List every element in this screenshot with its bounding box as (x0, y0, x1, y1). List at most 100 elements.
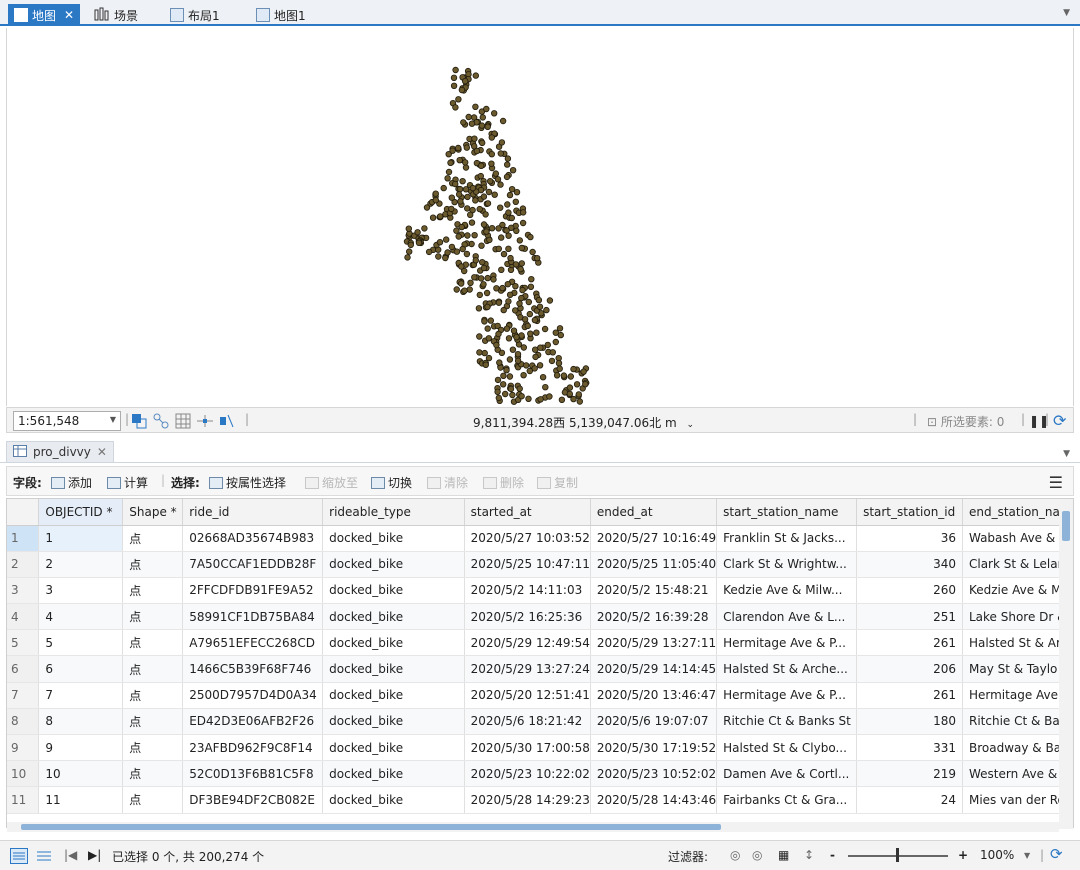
map-point[interactable] (506, 291, 514, 298)
cell-started-at[interactable]: 2020/5/25 10:47:11 (464, 551, 591, 578)
map-view[interactable] (6, 28, 1074, 406)
map-point[interactable] (507, 385, 515, 393)
map-point[interactable] (437, 213, 444, 220)
calculate-field-button[interactable]: 计算 (107, 474, 148, 491)
map-point[interactable] (488, 134, 495, 141)
map-point[interactable] (488, 160, 495, 167)
map-point[interactable] (503, 227, 510, 234)
map-point[interactable] (508, 214, 515, 222)
cell-ended-at[interactable]: 2020/5/2 15:48:21 (590, 577, 718, 605)
map-point[interactable] (506, 373, 514, 380)
map-point[interactable] (464, 193, 471, 201)
cell-shape[interactable]: 点 (122, 682, 184, 709)
map-point[interactable] (553, 372, 561, 379)
scrollbar-thumb[interactable] (1062, 511, 1070, 541)
map-point[interactable] (491, 191, 498, 198)
vertical-scrollbar[interactable] (1059, 499, 1073, 829)
map-point[interactable] (533, 329, 540, 336)
map-point[interactable] (448, 194, 455, 201)
map-point[interactable] (510, 327, 518, 334)
cell-start-station-id[interactable]: 340 (856, 551, 963, 578)
cell-shape[interactable]: 点 (122, 786, 184, 814)
map-point[interactable] (476, 333, 483, 340)
map-point[interactable] (445, 168, 453, 176)
cell-start-station-name[interactable]: Halsted St & Arche... (716, 655, 858, 683)
map-point[interactable] (512, 261, 520, 268)
map-point[interactable] (539, 374, 547, 381)
map-point[interactable] (404, 254, 411, 261)
map-point[interactable] (455, 191, 463, 198)
map-point[interactable] (491, 110, 498, 117)
cell-started-at[interactable]: 2020/5/28 14:29:23 (464, 786, 591, 814)
map-point[interactable] (513, 227, 520, 234)
cell-started-at[interactable]: 2020/5/2 14:11:03 (464, 577, 591, 605)
cell-rideable-type[interactable]: docked_bike (322, 786, 465, 814)
map-point[interactable] (480, 221, 488, 228)
map-point[interactable] (531, 365, 538, 372)
map-point[interactable] (472, 103, 479, 110)
cell-start-station-name[interactable]: Ritchie Ct & Banks St (716, 708, 858, 736)
map-point[interactable] (473, 147, 481, 155)
map-point[interactable] (458, 223, 465, 231)
map-point[interactable] (453, 227, 460, 234)
row-number[interactable]: 9 (7, 734, 40, 762)
hamburger-menu-icon[interactable]: ☰ (1049, 473, 1063, 492)
map-point[interactable] (462, 78, 469, 85)
map-point[interactable] (546, 393, 553, 400)
cell-end-station-name[interactable]: Kedzie Ave & M (962, 577, 1073, 605)
map-point[interactable] (478, 242, 485, 249)
cell-end-station-name[interactable]: Mies van der Ro (962, 786, 1073, 814)
map-point[interactable] (518, 294, 525, 302)
cell-started-at[interactable]: 2020/5/30 17:00:58 (464, 734, 591, 762)
map-point[interactable] (500, 372, 507, 379)
tab-overflow-arrow-icon[interactable]: ▼ (1063, 8, 1070, 18)
map-point[interactable] (448, 205, 455, 213)
map-point[interactable] (504, 201, 511, 208)
cell-rideable-type[interactable]: docked_bike (322, 577, 465, 605)
map-point[interactable] (476, 349, 483, 356)
switch-selection-button[interactable]: 切换 (371, 474, 412, 491)
map-point[interactable] (566, 390, 573, 398)
map-point[interactable] (527, 330, 534, 337)
map-point[interactable] (486, 236, 493, 244)
filter-extent-icon[interactable]: ◎ (730, 848, 740, 862)
cell-ride-id[interactable]: 23AFBD962F9C8F14 (182, 734, 324, 762)
cell-shape[interactable]: 点 (122, 655, 184, 683)
horizontal-scrollbar[interactable] (7, 822, 1059, 832)
map-point[interactable] (497, 204, 504, 211)
map-point[interactable] (497, 181, 504, 188)
map-point[interactable] (519, 286, 526, 294)
map-point[interactable] (556, 365, 563, 372)
cell-objectid[interactable]: 5 (38, 629, 124, 657)
map-point[interactable] (526, 310, 533, 318)
tab-scene[interactable]: 场景 (88, 4, 144, 26)
row-number[interactable]: 7 (7, 682, 40, 709)
map-point[interactable] (505, 335, 513, 342)
map-point[interactable] (468, 120, 476, 127)
map-point[interactable] (505, 298, 512, 305)
map-point[interactable] (414, 229, 421, 236)
cell-objectid[interactable]: 3 (38, 577, 124, 605)
cell-start-station-name[interactable]: Franklin St & Jacks... (716, 525, 858, 552)
row-number[interactable]: 5 (7, 629, 40, 657)
map-point[interactable] (472, 257, 479, 264)
map-point[interactable] (502, 390, 509, 398)
map-point[interactable] (500, 306, 507, 314)
map-point[interactable] (463, 144, 470, 151)
cell-end-station-name[interactable]: May St & Taylo (962, 655, 1073, 683)
column-header-start-station-name[interactable]: start_station_name (716, 499, 858, 526)
cell-ride-id[interactable]: 52C0D13F6B81C5F8 (182, 760, 324, 788)
zoom-out-button[interactable]: - (830, 848, 835, 862)
map-point[interactable] (455, 144, 462, 152)
map-point[interactable] (467, 279, 474, 286)
map-point[interactable] (471, 135, 478, 142)
map-point[interactable] (458, 280, 465, 287)
map-point[interactable] (525, 298, 532, 306)
map-point[interactable] (479, 258, 486, 266)
cell-rideable-type[interactable]: docked_bike (322, 760, 465, 788)
close-icon[interactable]: ✕ (97, 445, 107, 459)
map-point[interactable] (497, 150, 504, 157)
map-point[interactable] (442, 254, 449, 262)
map-point[interactable] (436, 238, 444, 246)
show-all-records-icon[interactable] (10, 848, 28, 864)
